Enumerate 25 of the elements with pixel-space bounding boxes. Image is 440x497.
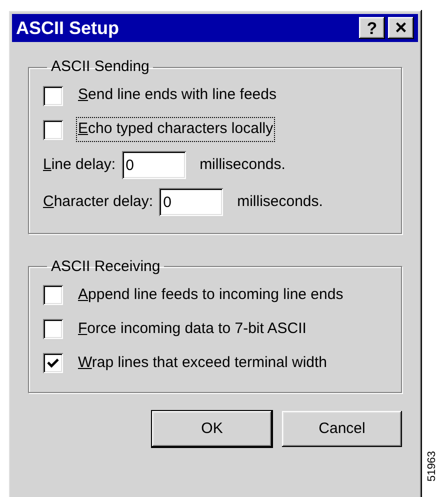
figure-number: 51963 [425, 450, 440, 482]
checkbox[interactable] [43, 86, 63, 106]
dialog-button[interactable]: OK [152, 411, 272, 447]
group-title: ASCII Receiving [50, 256, 162, 276]
dialog-button[interactable]: Cancel [282, 411, 402, 447]
field-label: Character delay: [43, 192, 154, 212]
window-title: ASCII Setup [16, 16, 120, 40]
group-title: ASCII Sending [50, 57, 150, 77]
help-button[interactable]: ? [359, 17, 385, 39]
checkbox[interactable] [43, 319, 63, 339]
checkbox-label[interactable]: Append line feeds to incoming line ends [77, 284, 344, 306]
unit-label: milliseconds. [200, 154, 286, 175]
input-field[interactable]: 0 [122, 151, 186, 179]
input-field[interactable]: 0 [159, 188, 224, 216]
checkbox-label[interactable]: Force incoming data to 7-bit ASCII [77, 318, 308, 340]
checkbox-label[interactable]: Send line ends with line feeds [77, 84, 278, 107]
field-label: Line delay: [43, 154, 116, 175]
checkbox-label[interactable]: Echo typed characters locally [77, 118, 274, 141]
checkbox[interactable] [43, 120, 63, 140]
close-button[interactable]: × [388, 17, 414, 39]
checkbox[interactable] [43, 285, 63, 305]
checkbox-label[interactable]: Wrap lines that exceed terminal width [77, 352, 328, 374]
unit-label: milliseconds. [237, 192, 323, 212]
checkbox[interactable] [43, 353, 63, 373]
check-icon [47, 358, 59, 368]
